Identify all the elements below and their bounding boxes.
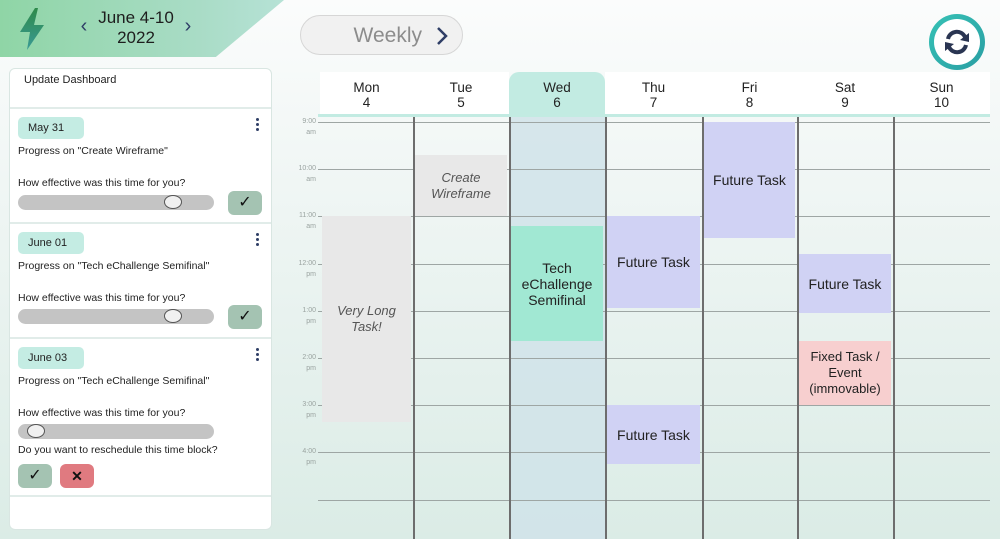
- day-header-sun[interactable]: Sun 10: [893, 72, 990, 114]
- event-title: Future Task: [808, 275, 882, 292]
- week-year: 2022: [117, 28, 155, 47]
- time-label: 3:00 pm: [302, 401, 316, 420]
- day-header-sat[interactable]: Sat 9: [797, 72, 893, 114]
- event-title: Fixed Task / Event (immovable): [809, 349, 881, 397]
- day-name: Fri: [741, 80, 758, 95]
- event-title: Create Wireframe: [431, 169, 491, 201]
- day-name: Wed: [543, 80, 571, 95]
- event-title: Very Long Task!: [337, 303, 396, 335]
- more-options-icon[interactable]: [255, 118, 261, 134]
- day-name: Tue: [449, 80, 473, 95]
- week-range: June 4-10: [98, 8, 174, 27]
- time-label: 2:00 pm: [302, 354, 316, 372]
- lightning-bolt-icon: [20, 8, 44, 50]
- day-column-divider: [797, 117, 799, 539]
- time-label: 4:00 pm: [302, 448, 316, 467]
- calendar-event-current[interactable]: Tech eChallenge Semifinal: [511, 225, 603, 342]
- sync-button-inner: [934, 19, 980, 65]
- effectiveness-slider[interactable]: [18, 424, 214, 439]
- calendar-event-fixed[interactable]: Fixed Task / Event (immovable): [799, 341, 891, 406]
- slider-thumb[interactable]: [26, 424, 45, 438]
- time-label: 10:00 am: [298, 165, 316, 184]
- effectiveness-question: How effective was this time for you?: [18, 407, 186, 419]
- reschedule-question: Do you want to reschedule this time bloc…: [18, 444, 218, 456]
- calendar-event-future[interactable]: Future Task: [704, 122, 795, 238]
- header-underline: [318, 114, 990, 117]
- event-title: Tech eChallenge Semifinal: [521, 259, 593, 308]
- chevron-right-icon[interactable]: ›: [180, 16, 196, 36]
- effectiveness-question: How effective was this time for you?: [18, 292, 186, 304]
- event-title: Future Task: [617, 426, 690, 443]
- day-name: Sat: [834, 80, 856, 95]
- day-date: 9: [841, 95, 849, 110]
- calendar-event-past[interactable]: Create Wireframe: [415, 155, 507, 217]
- effectiveness-slider[interactable]: [18, 195, 214, 210]
- reschedule-no-button[interactable]: ✕: [60, 464, 94, 488]
- progress-text: Progress on "Create Wireframe": [18, 145, 168, 157]
- day-date: 10: [933, 95, 950, 110]
- day-column-divider: [605, 117, 607, 539]
- reschedule-yes-button[interactable]: ✓: [18, 464, 52, 488]
- time-label: 1:00 pm: [302, 306, 316, 325]
- day-date: 5: [457, 95, 465, 110]
- update-card: June 03 Progress on "Tech eChallenge Sem…: [10, 339, 271, 497]
- panel-title: Update Dashboard: [10, 69, 271, 109]
- weekly-calendar: Mon 4 Tue 5 Wed 6 Thu 7 Fri 8 Sat 9 Sun 10 9:00 am 10:00…: [290, 70, 1000, 539]
- sync-button[interactable]: [929, 14, 985, 70]
- time-label: 9:00 am: [302, 118, 316, 136]
- date-chip: June 03: [18, 347, 84, 369]
- more-options-icon[interactable]: [255, 233, 261, 249]
- hour-gridline: [318, 122, 990, 123]
- day-date: 6: [553, 95, 561, 110]
- day-header-thu[interactable]: Thu 7: [605, 72, 702, 114]
- view-selector-label: Weekly: [353, 24, 422, 47]
- day-column-divider: [509, 117, 511, 539]
- week-navigator: ‹ June 4-10 2022 ›: [72, 6, 202, 50]
- day-name: Sun: [929, 80, 954, 95]
- event-title: Future Task: [617, 254, 690, 271]
- calendar-event-past[interactable]: Very Long Task!: [322, 216, 411, 422]
- chevron-right-icon: [437, 27, 448, 45]
- calendar-event-future[interactable]: Future Task: [799, 254, 891, 314]
- effectiveness-question: How effective was this time for you?: [18, 177, 186, 189]
- update-dashboard-panel: Update Dashboard May 31 Progress on "Cre…: [9, 68, 272, 530]
- calendar-event-future[interactable]: Future Task: [607, 216, 700, 309]
- day-date: 7: [649, 95, 658, 110]
- time-label: 12:00 pm: [298, 259, 316, 278]
- calendar-event-future[interactable]: Future Task: [607, 405, 700, 465]
- day-header-wed[interactable]: Wed 6: [509, 72, 605, 114]
- progress-text: Progress on "Tech eChallenge Semifinal": [18, 260, 210, 272]
- confirm-button[interactable]: ✓: [228, 191, 262, 215]
- day-header-mon[interactable]: Mon 4: [320, 72, 413, 114]
- view-selector-button[interactable]: Weekly: [300, 15, 463, 55]
- more-options-icon[interactable]: [255, 348, 261, 364]
- chevron-left-icon[interactable]: ‹: [76, 16, 92, 36]
- effectiveness-slider[interactable]: [18, 309, 214, 324]
- day-name: Thu: [641, 80, 666, 95]
- day-date: 8: [745, 95, 754, 110]
- slider-thumb[interactable]: [163, 195, 182, 209]
- day-column-divider: [702, 117, 704, 539]
- date-chip: June 01: [18, 232, 84, 254]
- day-column-divider: [893, 117, 895, 539]
- day-date: 4: [362, 95, 371, 110]
- day-column-divider: [413, 117, 415, 539]
- sync-refresh-icon: [945, 29, 969, 55]
- update-card: May 31 Progress on "Create Wireframe" Ho…: [10, 109, 271, 224]
- event-title: Future Task: [713, 171, 786, 188]
- confirm-button[interactable]: ✓: [228, 305, 262, 329]
- day-name: Mon: [353, 80, 380, 95]
- week-label: June 4-10 2022: [92, 8, 180, 48]
- date-chip: May 31: [18, 117, 84, 139]
- day-header-fri[interactable]: Fri 8: [702, 72, 797, 114]
- day-header-tue[interactable]: Tue 5: [413, 72, 509, 114]
- progress-text: Progress on "Tech eChallenge Semifinal": [18, 375, 210, 387]
- time-label: 11:00 am: [299, 212, 316, 231]
- hour-gridline: [318, 499, 990, 501]
- update-card: June 01 Progress on "Tech eChallenge Sem…: [10, 224, 271, 339]
- slider-thumb[interactable]: [163, 309, 182, 323]
